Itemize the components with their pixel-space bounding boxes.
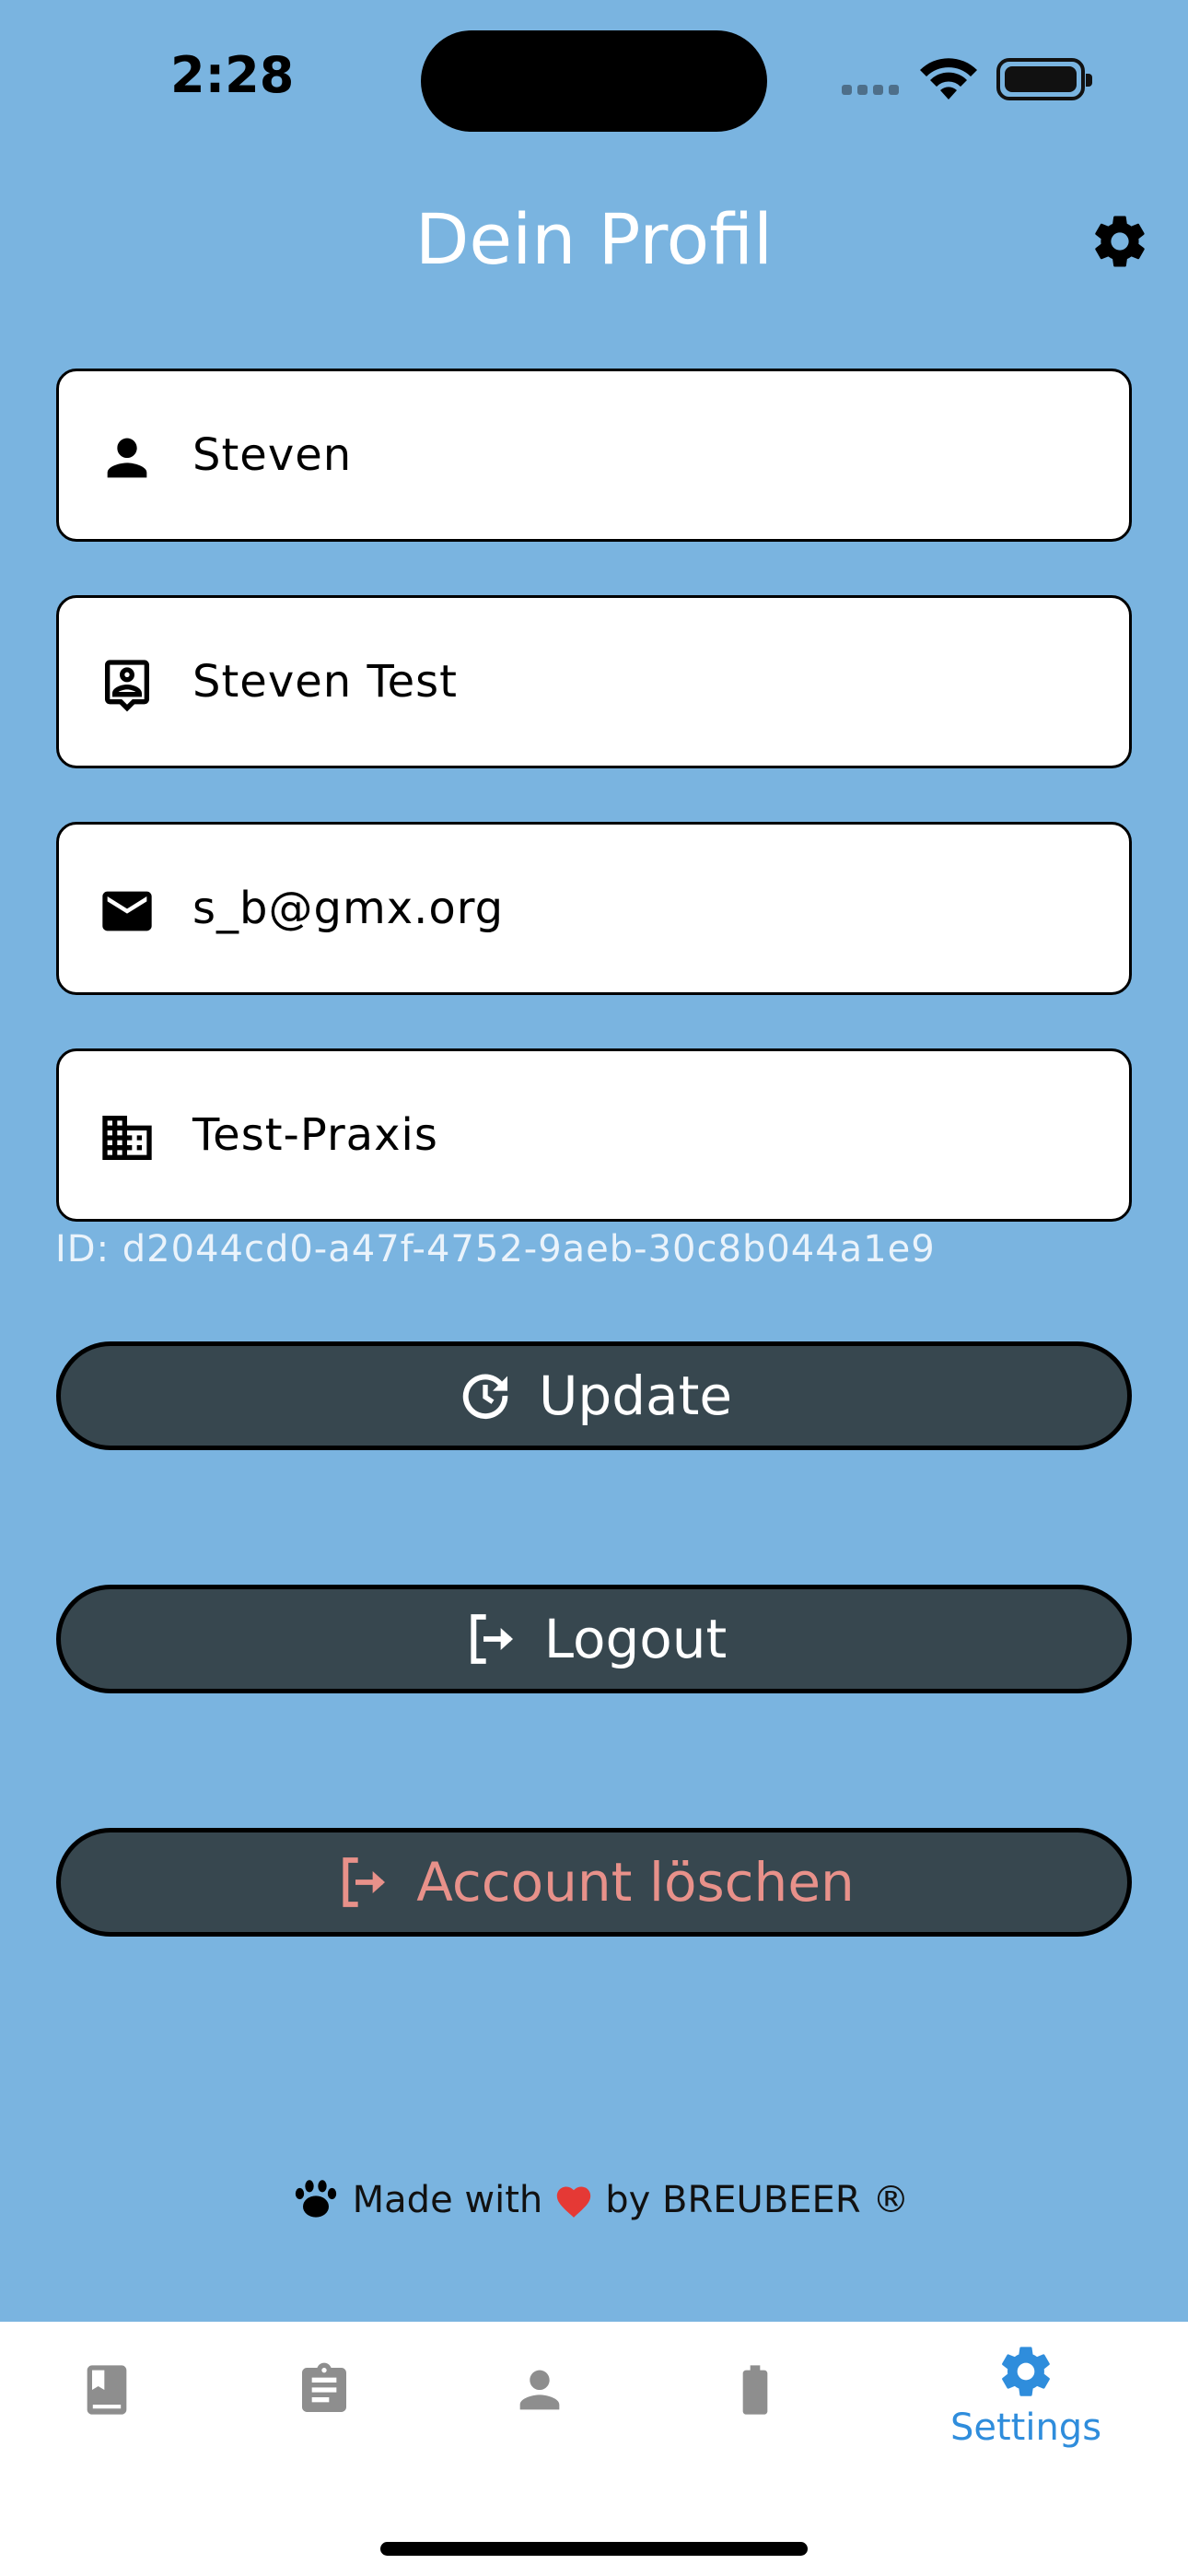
tab-settings-label: Settings <box>949 2406 1102 2449</box>
person-icon <box>519 2370 560 2410</box>
person-icon <box>107 438 147 478</box>
bear-paw-logo-icon <box>295 2180 336 2218</box>
logout-label: Logout <box>543 1608 728 1670</box>
refresh-clock-icon <box>462 1374 508 1420</box>
signal-icon <box>842 83 904 100</box>
clipboard-icon <box>302 2362 346 2412</box>
heart-icon <box>557 2186 591 2218</box>
contact-badge-icon <box>105 660 149 712</box>
practice-field[interactable]: Test-Praxis <box>56 1048 1132 1222</box>
logout-icon <box>471 1614 513 1664</box>
full-name-value: Steven Test <box>192 656 458 708</box>
full-name-field[interactable]: Steven Test <box>56 595 1132 768</box>
tab-settings[interactable]: Settings <box>934 2322 1118 2488</box>
delete-account-button[interactable]: Account löschen <box>56 1828 1132 1937</box>
update-button[interactable]: Update <box>56 1341 1132 1450</box>
settings-gear-icon[interactable] <box>1089 211 1150 272</box>
logout-icon <box>343 1857 386 1907</box>
battery-icon <box>742 2365 768 2415</box>
email-field[interactable]: s_b@gmx.org <box>56 822 1132 995</box>
practice-value: Test-Praxis <box>192 1109 438 1161</box>
page-title: Dein Profil <box>414 198 774 280</box>
battery-icon <box>996 58 1092 100</box>
update-label: Update <box>538 1364 733 1427</box>
wifi-icon <box>920 58 977 100</box>
brand-text: by BREUBEER ® <box>605 2179 910 2221</box>
tab-profile[interactable] <box>448 2322 632 2488</box>
first-name-value: Steven <box>192 429 353 481</box>
logout-button[interactable]: Logout <box>56 1585 1132 1693</box>
settings-gear-icon <box>1002 2347 1050 2396</box>
tab-clipboard[interactable] <box>232 2322 416 2488</box>
dynamic-island <box>421 30 767 132</box>
delete-account-label: Account löschen <box>416 1851 855 1914</box>
first-name-field[interactable]: Steven <box>56 369 1132 542</box>
made-with-footer: Made with by BREUBEER ® <box>0 2174 1188 2226</box>
user-id-label: ID: d2044cd0-a47f-4752-9aeb-30c8b044a1e9 <box>55 1228 936 1270</box>
mail-icon <box>102 891 152 931</box>
status-time: 2:28 <box>170 46 295 104</box>
tab-battery[interactable] <box>663 2322 847 2488</box>
bookmark-book-icon <box>87 2365 127 2415</box>
home-indicator <box>380 2542 808 2556</box>
building-icon <box>102 1116 152 1160</box>
email-value: s_b@gmx.org <box>192 883 505 934</box>
bottom-navigation: Settings <box>0 2322 1188 2576</box>
tab-bookmarks[interactable] <box>15 2322 199 2488</box>
made-with-text: Made with <box>352 2179 543 2221</box>
